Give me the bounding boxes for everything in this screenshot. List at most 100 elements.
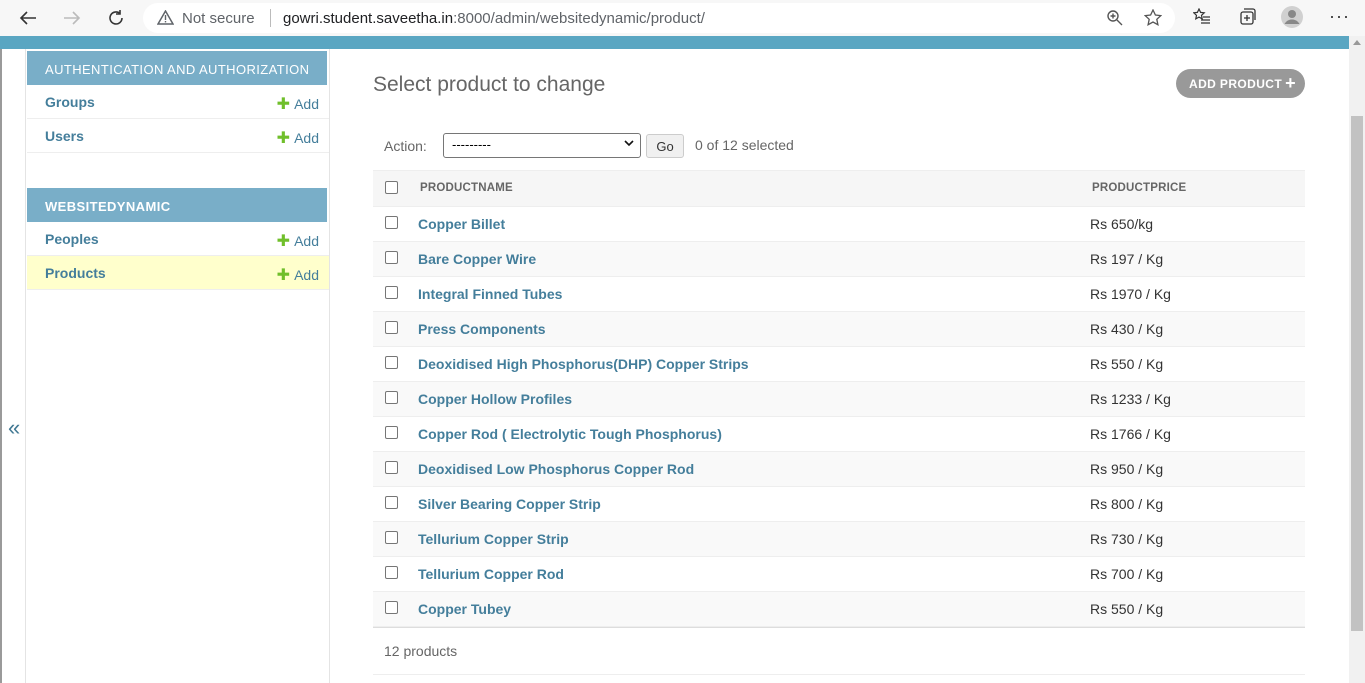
plus-icon: + <box>1285 73 1296 93</box>
product-name-link[interactable]: Copper Billet <box>418 216 505 232</box>
module-caption-websitedynamic[interactable]: WEBSITEDYNAMIC <box>27 188 327 222</box>
product-name-link[interactable]: Tellurium Copper Rod <box>418 566 564 582</box>
product-price: Rs 550 / Kg <box>1090 601 1164 617</box>
favorite-star-icon[interactable] <box>1143 8 1163 31</box>
row-checkbox[interactable] <box>385 321 398 334</box>
sidebar-item-products[interactable]: Products ✚ Add <box>27 256 329 290</box>
product-price: Rs 950 / Kg <box>1090 461 1164 477</box>
browser-toolbar: Not secure gowri.student.saveetha.in:800… <box>0 0 1365 36</box>
warning-icon[interactable] <box>156 9 175 30</box>
row-checkbox[interactable] <box>385 566 398 579</box>
product-name-link[interactable]: Copper Hollow Profiles <box>418 391 572 407</box>
select-all-checkbox[interactable] <box>385 181 398 194</box>
table-row: Press Components Rs 430 / Kg <box>373 312 1305 347</box>
profile-avatar-icon[interactable] <box>1280 5 1304 34</box>
collections-icon[interactable] <box>1238 8 1256 30</box>
add-peoples-link[interactable]: ✚ Add <box>277 231 319 251</box>
page-title: Select product to change <box>373 73 606 96</box>
action-select[interactable]: --------- <box>443 133 641 158</box>
admin-header-strip <box>0 36 1349 49</box>
product-name-link[interactable]: Copper Rod ( Electrolytic Tough Phosphor… <box>418 426 722 442</box>
row-checkbox[interactable] <box>385 356 398 369</box>
row-checkbox[interactable] <box>385 391 398 404</box>
column-header-productprice[interactable]: PRODUCTPRICE <box>1092 182 1186 194</box>
action-label: Action: <box>384 138 427 154</box>
forward-arrow-icon[interactable] <box>62 8 82 28</box>
address-divider <box>270 9 271 27</box>
go-button[interactable]: Go <box>646 134 684 158</box>
add-label: Add <box>294 233 319 249</box>
sidebar-item-label[interactable]: Peoples <box>45 231 99 247</box>
product-price: Rs 1766 / Kg <box>1090 426 1171 442</box>
sidebar-item-peoples[interactable]: Peoples ✚ Add <box>27 222 329 256</box>
table-row: Copper Tubey Rs 550 / Kg <box>373 592 1305 627</box>
nav-sidebar: AUTHENTICATION AND AUTHORIZATION Groups … <box>25 49 330 683</box>
module-spacer <box>26 153 329 186</box>
row-checkbox[interactable] <box>385 461 398 474</box>
zoom-icon[interactable] <box>1106 9 1123 31</box>
table-row: Tellurium Copper Strip Rs 730 / Kg <box>373 522 1305 557</box>
toggle-nav-sidebar-icon[interactable]: « <box>8 415 20 441</box>
sidebar-item-label[interactable]: Users <box>45 128 84 144</box>
product-name-link[interactable]: Press Components <box>418 321 546 337</box>
product-name-link[interactable]: Copper Tubey <box>418 601 511 617</box>
table-row: Deoxidised Low Phosphorus Copper Rod Rs 9… <box>373 452 1305 487</box>
result-list-table: PRODUCTNAME PRODUCTPRICE Copper Billet Rs… <box>373 170 1305 627</box>
url-text[interactable]: gowri.student.saveetha.in:8000/admin/web… <box>283 10 705 27</box>
product-price: Rs 550 / Kg <box>1090 356 1164 372</box>
table-row: Copper Hollow Profiles Rs 1233 / Kg <box>373 382 1305 417</box>
row-checkbox[interactable] <box>385 531 398 544</box>
address-bar[interactable]: Not secure gowri.student.saveetha.in:800… <box>143 3 1175 33</box>
sidebar-item-label[interactable]: Products <box>45 265 106 281</box>
favorites-list-icon[interactable] <box>1192 7 1211 30</box>
table-row: Integral Finned Tubes Rs 1970 / Kg <box>373 277 1305 312</box>
table-row: Tellurium Copper Rod Rs 700 / Kg <box>373 557 1305 592</box>
product-name-link[interactable]: Deoxidised High Phosphorus(DHP) Copper S… <box>418 356 749 372</box>
sidebar-item-users[interactable]: Users ✚ Add <box>27 119 329 153</box>
product-name-link[interactable]: Silver Bearing Copper Strip <box>418 496 601 512</box>
row-checkbox[interactable] <box>385 601 398 614</box>
sidebar-item-label[interactable]: Groups <box>45 94 95 110</box>
module-caption-auth[interactable]: AUTHENTICATION AND AUTHORIZATION <box>27 51 327 85</box>
row-checkbox[interactable] <box>385 216 398 229</box>
more-options-icon[interactable]: ··· <box>1329 6 1350 27</box>
product-price: Rs 197 / Kg <box>1090 251 1164 267</box>
table-row: Deoxidised High Phosphorus(DHP) Copper S… <box>373 347 1305 382</box>
table-row: Bare Copper Wire Rs 197 / Kg <box>373 242 1305 277</box>
back-arrow-icon[interactable] <box>18 8 38 28</box>
refresh-icon[interactable] <box>106 8 126 28</box>
row-checkbox[interactable] <box>385 251 398 264</box>
table-body: Copper Billet Rs 650/kg Bare Copper Wire Rs… <box>373 207 1305 627</box>
add-label: Add <box>294 267 319 283</box>
plus-icon: ✚ <box>276 96 291 113</box>
scroll-up-arrow-icon[interactable] <box>1353 40 1361 45</box>
product-name-link[interactable]: Tellurium Copper Strip <box>418 531 569 547</box>
add-product-button[interactable]: ADD PRODUCT + <box>1176 69 1305 98</box>
column-header-productname[interactable]: PRODUCTNAME <box>420 182 513 194</box>
table-header: PRODUCTNAME PRODUCTPRICE <box>373 170 1305 207</box>
row-checkbox[interactable] <box>385 496 398 509</box>
product-price: Rs 800 / Kg <box>1090 496 1164 512</box>
url-path: :8000/admin/websitedynamic/product/ <box>453 10 705 27</box>
action-select-value: --------- <box>452 137 491 152</box>
product-price: Rs 1233 / Kg <box>1090 391 1171 407</box>
plus-icon: ✚ <box>276 233 291 250</box>
security-label[interactable]: Not secure <box>182 10 255 27</box>
plus-icon: ✚ <box>276 267 291 284</box>
table-row: Silver Bearing Copper Strip Rs 800 / Kg <box>373 487 1305 522</box>
product-name-link[interactable]: Integral Finned Tubes <box>418 286 562 302</box>
chevron-down-icon <box>624 136 634 153</box>
add-groups-link[interactable]: ✚ Add <box>277 94 319 114</box>
add-products-link[interactable]: ✚ Add <box>277 265 319 285</box>
row-checkbox[interactable] <box>385 426 398 439</box>
add-users-link[interactable]: ✚ Add <box>277 128 319 148</box>
scroll-thumb[interactable] <box>1351 116 1363 631</box>
product-name-link[interactable]: Deoxidised Low Phosphorus Copper Rod <box>418 461 694 477</box>
page-scrollbar[interactable] <box>1349 36 1365 683</box>
add-label: Add <box>294 130 319 146</box>
add-label: Add <box>294 96 319 112</box>
product-price: Rs 650/kg <box>1090 216 1154 232</box>
row-checkbox[interactable] <box>385 286 398 299</box>
product-name-link[interactable]: Bare Copper Wire <box>418 251 536 267</box>
sidebar-item-groups[interactable]: Groups ✚ Add <box>27 85 329 119</box>
